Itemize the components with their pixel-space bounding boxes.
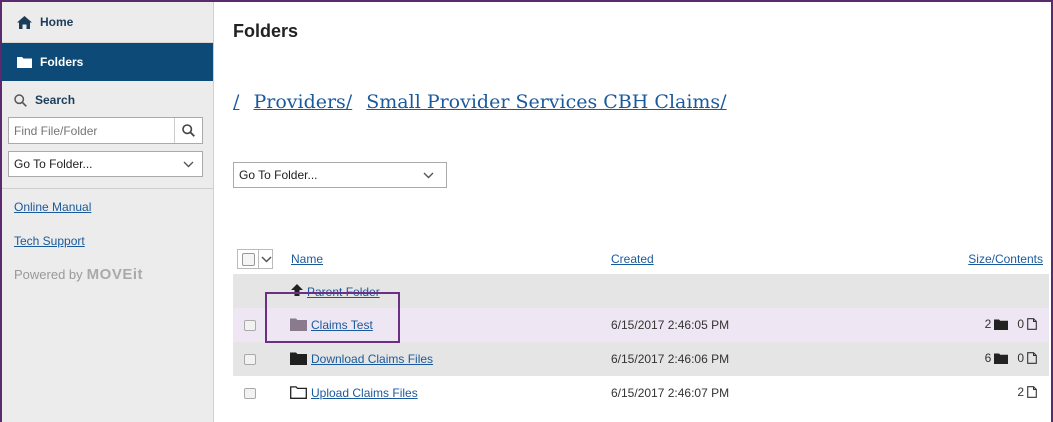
file-count: 0: [1017, 351, 1024, 365]
nav-folders-label: Folders: [40, 55, 84, 69]
chevron-down-icon: [183, 157, 194, 171]
table-header: Name Created Size/Contents: [233, 242, 1049, 274]
folder-name-link[interactable]: Claims Test: [311, 318, 373, 332]
sidebar-divider: [2, 188, 213, 189]
breadcrumb-root[interactable]: /: [233, 91, 239, 113]
breadcrumb-small-provider[interactable]: Small Provider Services CBH Claims/: [366, 91, 726, 113]
breadcrumb-providers[interactable]: Providers/: [253, 91, 352, 113]
find-file-folder-field: [8, 117, 203, 144]
nav-folders[interactable]: Folders: [2, 43, 213, 81]
moveit-logo: MOVEit: [86, 266, 143, 283]
search-heading: Search: [2, 89, 213, 111]
folder-count: 6: [984, 351, 992, 365]
column-name-sort[interactable]: Name: [291, 252, 323, 266]
file-icon: [1027, 386, 1037, 398]
column-created-sort[interactable]: Created: [611, 252, 654, 266]
home-icon: [16, 15, 32, 29]
find-input[interactable]: [9, 118, 174, 143]
column-size-sort[interactable]: Size/Contents: [968, 252, 1043, 266]
arrow-up-icon: [291, 284, 303, 299]
file-icon: [1027, 352, 1037, 364]
folder-name-link[interactable]: Download Claims Files: [311, 352, 433, 366]
file-count: 2: [1017, 385, 1024, 399]
tech-support-link[interactable]: Tech Support: [2, 234, 213, 248]
folder-icon: [994, 353, 1009, 364]
select-all-dropdown[interactable]: [237, 249, 273, 269]
find-search-button[interactable]: [174, 118, 202, 143]
folder-filled-icon: [290, 318, 307, 331]
table-row: Upload Claims Files 6/15/2017 2:46:07 PM…: [233, 376, 1049, 410]
nav-home[interactable]: Home: [2, 2, 213, 43]
row-checkbox[interactable]: [244, 354, 256, 365]
file-icon: [1027, 318, 1037, 330]
main-content: Folders / Providers/ Small Provider Serv…: [215, 2, 1051, 422]
created-date: 6/15/2017 2:46:06 PM: [611, 352, 730, 366]
sidebar: Home Folders Search Go To Folder... Onli…: [2, 2, 214, 422]
main-goto-folder-select[interactable]: Go To Folder...: [233, 162, 447, 188]
parent-folder-row: Parent Folder: [233, 274, 1049, 308]
sidebar-goto-label: Go To Folder...: [14, 157, 93, 171]
search-icon: [14, 93, 27, 107]
parent-folder-link[interactable]: Parent Folder: [307, 285, 380, 299]
folder-icon: [994, 319, 1009, 330]
row-checkbox[interactable]: [244, 320, 256, 331]
file-count: 0: [1017, 317, 1024, 331]
parent-folder-link-wrap[interactable]: Parent Folder: [291, 284, 380, 299]
chevron-down-icon: [423, 168, 434, 182]
size-contents: 2 0: [985, 317, 1037, 331]
size-contents: 6 0: [985, 351, 1037, 365]
sidebar-goto-folder-select[interactable]: Go To Folder...: [8, 151, 203, 177]
chevron-down-icon: [261, 255, 272, 263]
size-contents: 2: [1017, 385, 1037, 399]
table-row: Download Claims Files 6/15/2017 2:46:06 …: [233, 342, 1049, 376]
folder-name-link[interactable]: Upload Claims Files: [311, 386, 418, 400]
folder-count: 2: [984, 317, 992, 331]
created-date: 6/15/2017 2:46:05 PM: [611, 318, 730, 332]
select-all-checkbox[interactable]: [242, 252, 256, 266]
powered-by: Powered by MOVEit: [2, 266, 213, 283]
table-row: Claims Test 6/15/2017 2:46:05 PM 2 0: [233, 308, 1049, 342]
online-manual-link[interactable]: Online Manual: [2, 200, 213, 214]
folder-filled-icon: [290, 352, 307, 365]
main-goto-label: Go To Folder...: [239, 168, 318, 182]
row-checkbox[interactable]: [244, 388, 256, 399]
folder-icon: [16, 55, 32, 69]
page-title: Folders: [233, 21, 299, 41]
search-label: Search: [35, 93, 76, 107]
breadcrumb: / Providers/ Small Provider Services CBH…: [233, 91, 735, 113]
folder-table: Name Created Size/Contents Parent Folder…: [233, 242, 1049, 410]
created-date: 6/15/2017 2:46:07 PM: [611, 386, 730, 400]
nav-home-label: Home: [40, 15, 74, 29]
powered-by-text: Powered by: [14, 267, 83, 282]
folder-outline-icon: [290, 386, 307, 399]
search-icon: [182, 124, 195, 137]
